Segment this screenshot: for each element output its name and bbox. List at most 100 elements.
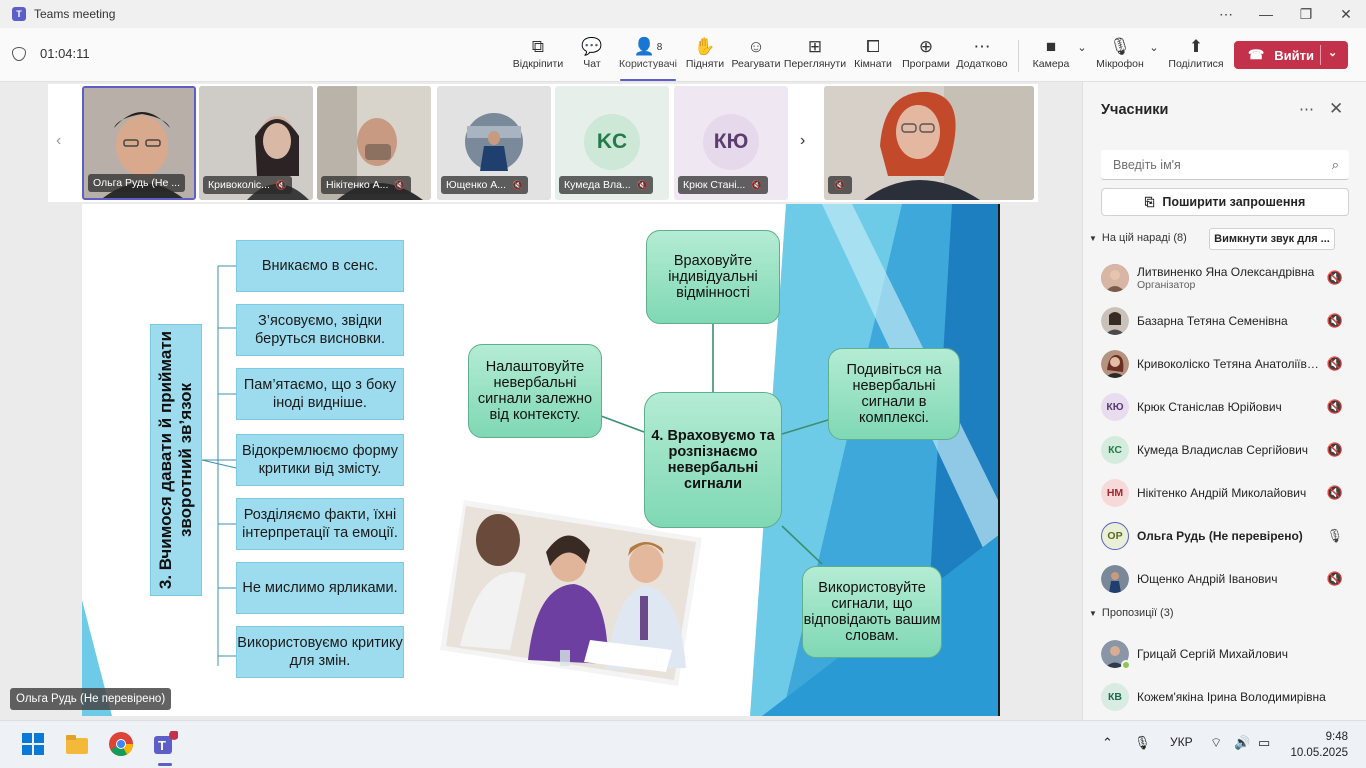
video-tile[interactable]: Ющенко А... 🔇 [437, 86, 551, 200]
video-tile[interactable]: Ольга Рудь (Не ... [82, 86, 196, 200]
mic-off-icon: 🔇 [1326, 571, 1343, 586]
caret-down-icon: ▼ [1089, 608, 1097, 618]
mute-all-button[interactable]: Вимкнути звук для ... [1209, 228, 1335, 250]
section-in-meeting[interactable]: ▼ На цій нараді (8) [1089, 232, 1187, 244]
participant-row[interactable]: Литвиненко Яна Олександрівна Організатор … [1101, 260, 1363, 296]
participant-name: Кумеда Владислав Сергійович [1137, 443, 1309, 457]
close-icon[interactable]: ✕ [1329, 99, 1343, 119]
close-window-button[interactable]: ✕ [1326, 0, 1366, 28]
video-tile[interactable]: 🔇 [824, 86, 1034, 200]
participant-name: Ющенко Андрій Іванович [1137, 572, 1278, 586]
feedback-item: Не мислимо ярликами. [236, 562, 404, 614]
mic-on-icon: 🎙 [1326, 528, 1343, 543]
microphone-button[interactable]: 🎙 Мікрофон [1096, 36, 1144, 76]
participant-row[interactable]: Ющенко Андрій Іванович 🔇 [1101, 561, 1363, 597]
avatar: КВ [1101, 683, 1129, 711]
window-title: Teams meeting [34, 7, 116, 21]
participant-name-label: 🔇 [828, 176, 852, 194]
battery-icon[interactable]: ▭ [1258, 735, 1270, 751]
chevron-up-icon[interactable]: ⌃ [1102, 735, 1113, 751]
share-button[interactable]: ⬆ Поділитися [1168, 36, 1224, 76]
search-icon: ⌕ [1331, 157, 1339, 172]
mic-off-icon[interactable]: 🎙 [1134, 735, 1151, 751]
language-indicator[interactable]: УКР [1170, 735, 1193, 749]
share-icon: ⬆ [1188, 37, 1204, 56]
chat-button[interactable]: 💬 Чат [576, 36, 608, 76]
video-tile[interactable]: KC Кумеда Вла... 🔇 [555, 86, 669, 200]
participant-name-label: Ющенко А... 🔇 [441, 176, 529, 194]
caret-down-icon: ▼ [1089, 233, 1097, 243]
video-tile[interactable]: КЮ Крюк Стані... 🔇 [674, 86, 788, 200]
chrome-icon[interactable] [108, 731, 134, 757]
more-icon: ⋯ [973, 37, 991, 56]
participant-name: Базарна Тетяна Семенівна [1137, 314, 1288, 328]
more-options-icon[interactable]: ⋯ [1299, 100, 1314, 118]
avatar [1101, 640, 1131, 670]
file-explorer-icon[interactable] [64, 731, 90, 757]
suggestion-row[interactable]: КВ Кожем'якіна Ірина Володимирівна [1101, 679, 1363, 715]
rooms-button[interactable]: ⧠ Кімнати [854, 36, 892, 76]
apps-button[interactable]: ⊕ Програми [902, 36, 950, 76]
participant-row[interactable]: Базарна Тетяна Семенівна 🔇 [1101, 303, 1363, 339]
section-suggestions[interactable]: ▼ Пропозиції (3) [1089, 607, 1174, 619]
view-button[interactable]: ⊞ Переглянути [784, 36, 846, 76]
suggestion-row[interactable]: Грицай Сергій Михайлович [1101, 636, 1363, 672]
teams-taskbar-icon[interactable]: T [152, 730, 179, 757]
camera-icon: ■ [1045, 37, 1057, 56]
section-title-vertical: 3. Вчимося давати й приймати зворотний з… [150, 324, 202, 596]
mic-options-button[interactable]: ⌄ [1146, 36, 1162, 76]
camera-options-button[interactable]: ⌄ [1074, 36, 1090, 76]
people-icon: 👤 8 [633, 37, 663, 56]
feedback-item: Вникаємо в сенс. [236, 240, 404, 292]
camera-button[interactable]: ■ Камера [1032, 36, 1070, 76]
tip-box-bottom: Використовуйте сигнали, що відповідають … [802, 566, 942, 658]
raise-hand-button[interactable]: ✋ Підняти [686, 36, 724, 76]
volume-icon[interactable]: 🔊 [1234, 735, 1250, 751]
mic-off-icon: 🔇 [834, 180, 846, 190]
participant-row[interactable]: КС Кумеда Владислав Сергійович 🔇 [1101, 432, 1363, 468]
start-button[interactable] [20, 731, 46, 757]
share-invite-button[interactable]: ⎘ Поширити запрошення [1101, 188, 1349, 216]
apps-icon: ⊕ [918, 37, 934, 56]
avatar: КС [1101, 436, 1129, 464]
participant-name: Кожем'якіна Ірина Володимирівна [1137, 690, 1326, 704]
avatar [1101, 264, 1129, 292]
video-tile[interactable]: Нікітенко А... 🔇 [317, 86, 431, 200]
tip-box-right: Подивіться на невербальні сигнали в комп… [828, 348, 960, 440]
chevron-down-icon: ⌄ [1149, 41, 1159, 54]
participant-name: Грицай Сергій Михайлович [1137, 647, 1288, 661]
people-button[interactable]: 👤 8 Користувачі [619, 36, 677, 81]
svg-text:T: T [158, 738, 166, 753]
search-input[interactable]: Введіть ім'я ⌕ [1101, 150, 1349, 180]
participant-row[interactable]: КЮ Крюк Станіслав Юрійович 🔇 [1101, 389, 1363, 425]
shield-icon [12, 46, 26, 61]
video-tile[interactable]: Кривоколіс... 🔇 [199, 86, 313, 200]
gallery-prev-arrow[interactable]: ‹ [56, 132, 61, 150]
participant-role: Організатор [1137, 279, 1196, 291]
participant-row[interactable]: Кривоколіско Тетяна Анатоліївна 🔇 [1101, 346, 1363, 382]
mic-off-icon: 🔇 [275, 180, 288, 190]
participant-row[interactable]: ОР Ольга Рудь (Не перевірено) 🎙 [1101, 518, 1363, 554]
restore-button[interactable]: ❐ [1286, 0, 1326, 28]
chevron-down-icon: ⌄ [1077, 41, 1087, 54]
more-options-icon[interactable]: ⋯ [1206, 0, 1246, 28]
chevron-down-icon[interactable]: ⌄ [1328, 46, 1337, 59]
react-button[interactable]: ☺ Реагувати [731, 36, 780, 76]
avatar: КЮ [1101, 393, 1129, 421]
taskbar-clock[interactable]: 9:48 10.05.2025 [1284, 729, 1348, 761]
unpin-button[interactable]: ⧉ Відкріпити [513, 36, 563, 76]
react-icon: ☺ [747, 37, 765, 56]
mic-off-icon: 🔇 [1326, 485, 1343, 500]
wifi-icon[interactable]: ⌔ [1210, 735, 1222, 751]
mic-off-icon: 🔇 [636, 180, 648, 190]
participant-row[interactable]: НМ Нікітенко Андрій Миколайович 🔇 [1101, 475, 1363, 511]
minimize-button[interactable]: — [1246, 0, 1286, 28]
business-meeting-photo [440, 500, 702, 686]
avatar: ОР [1101, 522, 1129, 550]
more-button[interactable]: ⋯ Додатково [956, 36, 1008, 76]
mic-off-icon: 🔇 [394, 180, 406, 190]
gallery-next-arrow[interactable]: › [800, 132, 805, 150]
participant-initials-avatar: KC [584, 114, 640, 170]
clock-date: 10.05.2025 [1290, 747, 1348, 759]
leave-button[interactable]: ☎ Вийти ⌄ [1234, 41, 1348, 69]
